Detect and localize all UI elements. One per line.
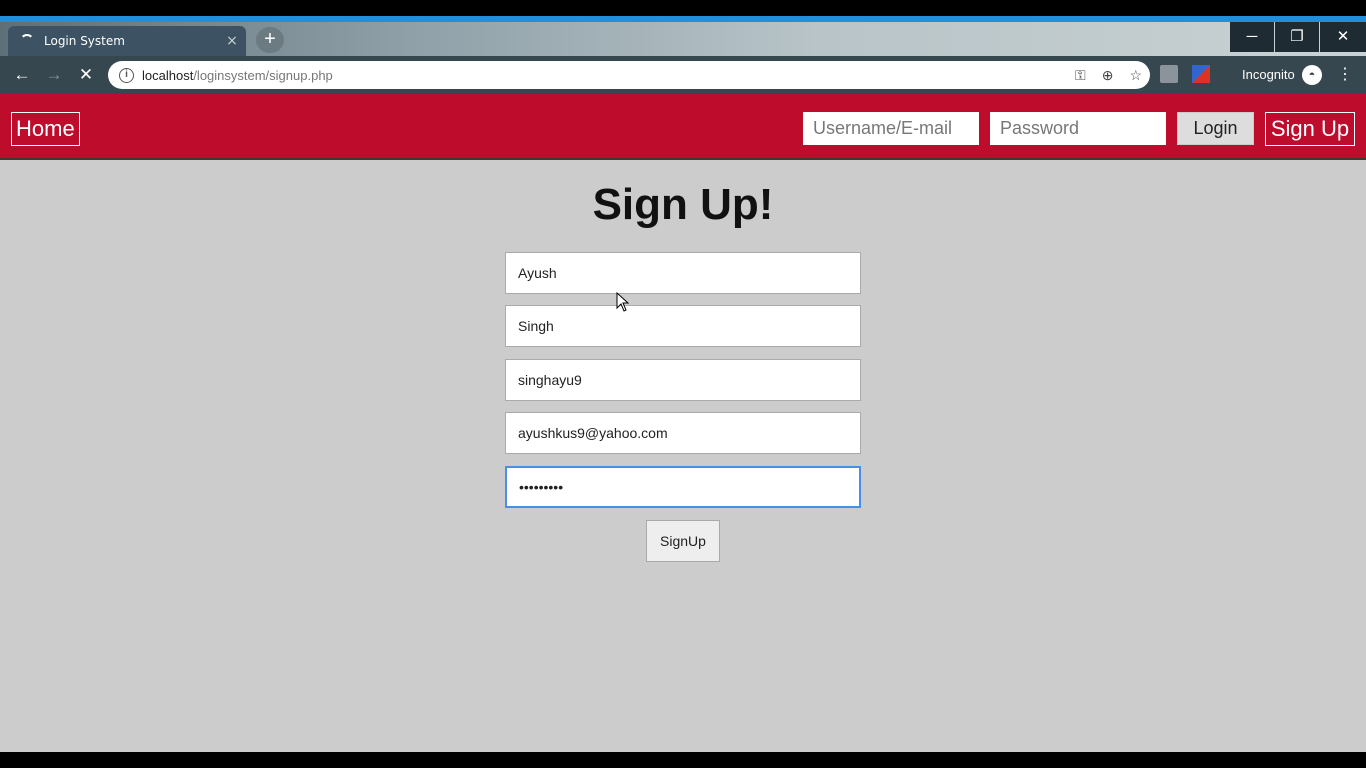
zoom-icon[interactable]: ⊕ xyxy=(1102,67,1114,84)
incognito-icon[interactable]: ◓ xyxy=(1302,65,1322,85)
login-button[interactable]: Login xyxy=(1177,112,1254,145)
site-header: Home Login Sign Up xyxy=(0,94,1366,160)
browser-tabstrip: Login System × + ─ ❐ ✕ xyxy=(0,22,1366,56)
bookmark-star-icon[interactable]: ☆ xyxy=(1129,67,1142,84)
tab-title: Login System xyxy=(44,34,125,48)
url-path: /loginsystem/signup.php xyxy=(193,67,333,83)
password-input[interactable] xyxy=(505,466,861,508)
new-tab-button[interactable]: + xyxy=(256,27,284,53)
site-info-icon[interactable]: i xyxy=(119,67,134,83)
extension-icon[interactable] xyxy=(1160,65,1178,83)
minimize-button[interactable]: ─ xyxy=(1230,22,1274,52)
stop-loading-button[interactable]: ✕ xyxy=(71,56,101,94)
home-button[interactable]: Home xyxy=(11,112,80,146)
forward-button[interactable]: → xyxy=(39,56,69,94)
screen-top-border xyxy=(0,0,1366,16)
browser-menu-icon[interactable]: ⋮ xyxy=(1336,56,1354,94)
key-icon[interactable]: ⚿ xyxy=(1075,67,1086,84)
url-host: localhost xyxy=(142,67,194,83)
loading-spinner-icon xyxy=(20,34,34,48)
extension-flag-icon[interactable] xyxy=(1192,65,1210,83)
tab-close-icon[interactable]: × xyxy=(222,33,242,49)
username-input[interactable] xyxy=(505,359,861,401)
first-name-input[interactable] xyxy=(505,252,861,294)
browser-tab[interactable]: Login System × xyxy=(8,26,246,56)
close-window-button[interactable]: ✕ xyxy=(1320,22,1366,52)
password-login-input[interactable] xyxy=(990,112,1166,145)
address-bar-icons: ⚿ ⊕ ☆ xyxy=(1075,61,1142,89)
last-name-input[interactable] xyxy=(505,305,861,347)
browser-toolbar: ← → ✕ i localhost/loginsystem/signup.php… xyxy=(0,56,1366,94)
incognito-label: Incognito xyxy=(1242,67,1295,82)
username-login-input[interactable] xyxy=(803,112,979,145)
signup-link[interactable]: Sign Up xyxy=(1265,112,1355,146)
restore-button[interactable]: ❐ xyxy=(1275,22,1319,52)
back-button[interactable]: ← xyxy=(7,56,37,94)
screen-bottom-border xyxy=(0,752,1366,768)
signup-submit-button[interactable]: SignUp xyxy=(646,520,720,562)
page-title: Sign Up! xyxy=(592,180,774,229)
mouse-cursor-icon xyxy=(616,292,630,312)
page-content: Home Login Sign Up Sign Up! SignUp xyxy=(0,94,1366,752)
email-input[interactable] xyxy=(505,412,861,454)
address-bar[interactable]: i localhost/loginsystem/signup.php ⚿ ⊕ ☆ xyxy=(108,61,1150,89)
